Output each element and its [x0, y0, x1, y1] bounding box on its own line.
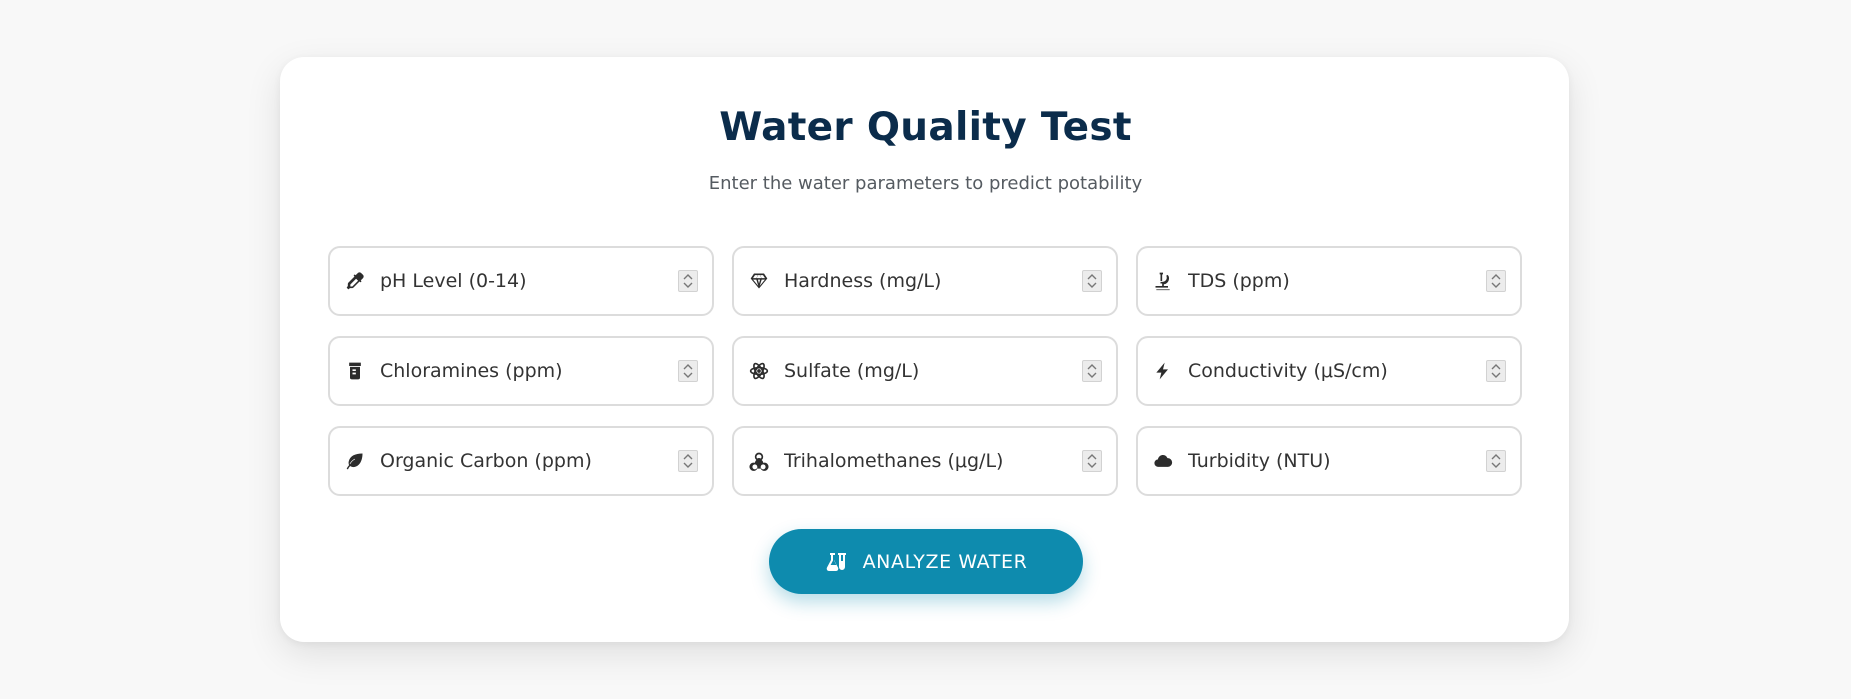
chloramines-field [328, 336, 714, 406]
trihalomethanes-input[interactable] [784, 450, 1074, 472]
ph-level-spinner[interactable] [678, 270, 698, 292]
turbidity-spinner[interactable] [1486, 450, 1506, 472]
trihalomethanes-spinner[interactable] [1082, 450, 1102, 472]
trihalomethanes-field [732, 426, 1118, 496]
organic-carbon-field [328, 426, 714, 496]
tds-field [1136, 246, 1522, 316]
organic-carbon-spinner[interactable] [678, 450, 698, 472]
biohazard-icon [748, 450, 770, 472]
gem-icon [748, 270, 770, 292]
sulfate-field [732, 336, 1118, 406]
organic-carbon-input[interactable] [380, 450, 670, 472]
conductivity-spinner[interactable] [1486, 360, 1506, 382]
analyze-water-label: ANALYZE WATER [862, 550, 1028, 573]
analyze-water-button[interactable]: ANALYZE WATER [769, 529, 1083, 594]
sulfate-spinner[interactable] [1082, 360, 1102, 382]
atom-icon [748, 360, 770, 382]
turbidity-input[interactable] [1188, 450, 1478, 472]
conductivity-input[interactable] [1188, 360, 1478, 382]
hardness-input[interactable] [784, 270, 1074, 292]
page-subtitle: Enter the water parameters to predict po… [708, 173, 1143, 194]
leaf-icon [344, 450, 366, 472]
hardness-spinner[interactable] [1082, 270, 1102, 292]
tds-input[interactable] [1188, 270, 1478, 292]
turbidity-field [1136, 426, 1522, 496]
ph-level-input[interactable] [380, 270, 670, 292]
parameters-form [328, 246, 1522, 496]
chloramines-input[interactable] [380, 360, 670, 382]
eyedropper-icon [344, 270, 366, 292]
hardness-field [732, 246, 1118, 316]
cloud-icon [1152, 450, 1174, 472]
conductivity-field [1136, 336, 1522, 406]
flask-vial-icon [825, 550, 849, 574]
page-title: Water Quality Test [719, 105, 1132, 150]
sulfate-input[interactable] [784, 360, 1074, 382]
prescription-bottle-icon [344, 360, 366, 382]
chloramines-spinner[interactable] [678, 360, 698, 382]
ph-level-field [328, 246, 714, 316]
tds-spinner[interactable] [1486, 270, 1506, 292]
bolt-icon [1152, 360, 1174, 382]
microscope-icon [1152, 270, 1174, 292]
